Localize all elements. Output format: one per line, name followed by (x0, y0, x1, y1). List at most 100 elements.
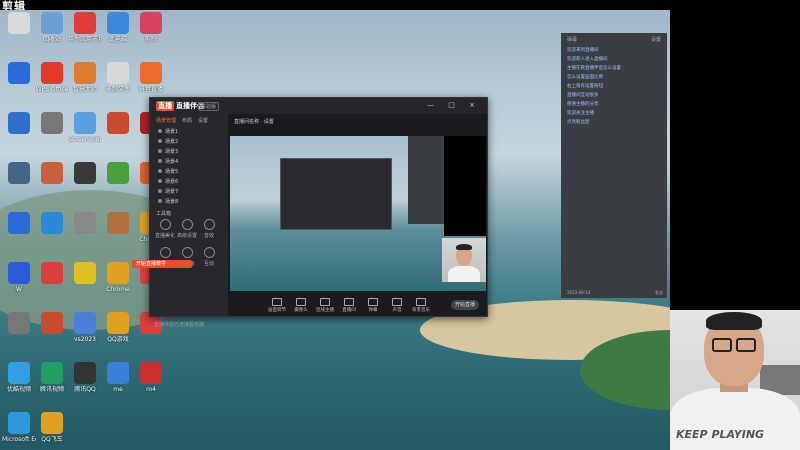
tool-item[interactable]: 互动 (198, 247, 220, 267)
desktop-icon[interactable]: ro4 (134, 362, 168, 406)
desktop-icon[interactable] (101, 162, 135, 206)
bottom-control[interactable]: 背景音乐 (412, 297, 430, 313)
desktop-icon[interactable]: 华为应用市场 (68, 12, 102, 56)
chat-footer: 2023-09-14 发送 (567, 290, 663, 296)
desktop-icon[interactable]: 剪映 (134, 12, 168, 56)
desktop-icon[interactable]: 回收站 (35, 12, 69, 56)
app-icon (8, 412, 30, 434)
scene-item[interactable]: 场景8 (150, 197, 228, 207)
desktop-icon[interactable] (68, 262, 102, 306)
main-area: 直播间名称 · 设置 画面调节 摄像头 连线主播 直播间 弹幕 声音 背景音乐 开始直播 (228, 114, 487, 316)
app-icon (41, 312, 63, 334)
app-icon (8, 162, 30, 184)
desktop-icon[interactable] (35, 112, 69, 156)
scene-list: 场景1 场景2 场景3 场景4 场景5 场景6 场景7 场景8 (150, 127, 228, 207)
desktop-icon[interactable]: Microsoft Edge (2, 412, 36, 450)
scene-label: 场景2 (165, 139, 179, 145)
desktop-icon[interactable] (2, 12, 36, 56)
desktop-icon[interactable] (101, 212, 135, 256)
tab-layout[interactable]: 布局 (182, 117, 192, 124)
app-icon (140, 12, 162, 34)
eye-icon[interactable] (158, 189, 162, 193)
chat-settings[interactable]: 设置 (651, 36, 661, 43)
start-tutorial-button[interactable]: 开始直播教学 (132, 260, 192, 268)
tool-item[interactable]: 直播美化 (154, 219, 176, 239)
scene-item[interactable]: 场景4 (150, 157, 228, 167)
desktop-icon[interactable]: QQ游戏 (101, 312, 135, 356)
tool-label: 音效 (203, 233, 214, 239)
desktop-icon[interactable] (134, 312, 168, 356)
desktop-icon[interactable] (35, 212, 69, 256)
desktop-icon[interactable] (2, 162, 36, 206)
eye-icon[interactable] (158, 129, 162, 133)
desktop-icon[interactable] (35, 162, 69, 206)
desktop-icon[interactable]: vs2023 (68, 312, 102, 356)
desktop-icon[interactable] (68, 162, 102, 206)
scene-item[interactable]: 场景2 (150, 137, 228, 147)
desktop-icon[interactable]: QQ飞车 (35, 412, 69, 450)
desktop-icon[interactable]: Screenshot (68, 112, 102, 156)
app-icon (41, 262, 63, 284)
app-icon (41, 212, 63, 234)
tool-item[interactable]: 高级设置 (176, 219, 198, 239)
desktop-icon[interactable] (2, 112, 36, 156)
chat-send-button[interactable]: 发送 (655, 290, 663, 296)
desktop-icon[interactable]: me (101, 362, 135, 406)
desktop-icon[interactable]: W (2, 262, 36, 306)
desktop-icon[interactable]: 腾讯视频 (35, 362, 69, 406)
app-icon (8, 112, 30, 134)
bottom-control[interactable]: 弹幕 (364, 297, 382, 313)
tool-label: 高级设置 (176, 233, 197, 239)
webcam-hair (456, 244, 472, 250)
scene-item[interactable]: 场景3 (150, 147, 228, 157)
scene-item[interactable]: 场景1 (150, 127, 228, 137)
chat-message: 直播间互动很多 (567, 93, 599, 98)
bottom-control[interactable]: 摄像头 (292, 297, 310, 313)
webcam-glasses-right (736, 338, 756, 352)
room-name[interactable]: 直播间名称 · 设置 (234, 118, 274, 125)
desktop-icon[interactable] (2, 212, 36, 256)
tool-item[interactable]: 音效 (198, 219, 220, 239)
desktop-icon[interactable]: 录制文件 (101, 62, 135, 106)
eye-icon[interactable] (158, 179, 162, 183)
desktop-icon[interactable]: 腾讯QQ (68, 362, 102, 406)
tab-settings[interactable]: 设置 (198, 117, 208, 124)
bottom-control[interactable]: 连线主播 (316, 297, 334, 313)
desktop-icon-label: me (113, 386, 123, 393)
desktop-icon[interactable] (35, 312, 69, 356)
desktop-icon[interactable] (2, 62, 36, 106)
webcam-shirt (448, 266, 480, 282)
bottom-control[interactable]: 直播间 (340, 297, 358, 313)
app-icon (107, 62, 129, 84)
app-icon (8, 62, 30, 84)
desktop-icon[interactable] (2, 312, 36, 356)
eye-icon[interactable] (158, 199, 162, 203)
desktop-icon[interactable]: Chrome (101, 262, 135, 306)
bottom-control[interactable]: 声音 (388, 297, 406, 313)
desktop-icon[interactable] (35, 262, 69, 306)
chat-message-list: 欢迎来到直播间 欢迎新人进入直播间 主播在教直播伴侣怎么设置 怎么设置画面比例 右上角有… (561, 46, 667, 127)
eye-icon[interactable] (158, 159, 162, 163)
eye-icon[interactable] (158, 149, 162, 153)
live-companion-window[interactable]: 直播 直播伴侣 体验版 — □ × 场景管理 布局 设置 场景1 场景2 场景3 场景4… (132, 97, 488, 328)
eye-icon[interactable] (158, 139, 162, 143)
eye-icon[interactable] (158, 169, 162, 173)
tool-label: 直播美化 (154, 233, 175, 239)
bottom-control[interactable]: 画面调节 (268, 297, 286, 313)
scene-item[interactable]: 场景5 (150, 167, 228, 177)
start-live-button[interactable]: 开始直播 (451, 300, 479, 310)
scene-item[interactable]: 场景7 (150, 187, 228, 197)
tools-label: 工具箱 (156, 211, 172, 217)
window-controls[interactable]: — □ × (427, 101, 481, 109)
desktop-icon[interactable]: WPS Office (35, 62, 69, 106)
sidebar-tabs: 场景管理 布局 设置 (150, 114, 228, 127)
desktop-icon[interactable]: 智慧大师 (68, 62, 102, 106)
desktop-icon[interactable]: 优酷视频 (2, 362, 36, 406)
nested-capture (280, 158, 392, 230)
desktop-icon[interactable] (68, 212, 102, 256)
scene-item[interactable]: 场景6 (150, 177, 228, 187)
app-icon (41, 112, 63, 134)
desktop-icon[interactable] (101, 112, 135, 156)
tab-scenes[interactable]: 场景管理 (156, 117, 176, 124)
desktop-icon[interactable]: 此电脑 (101, 12, 135, 56)
